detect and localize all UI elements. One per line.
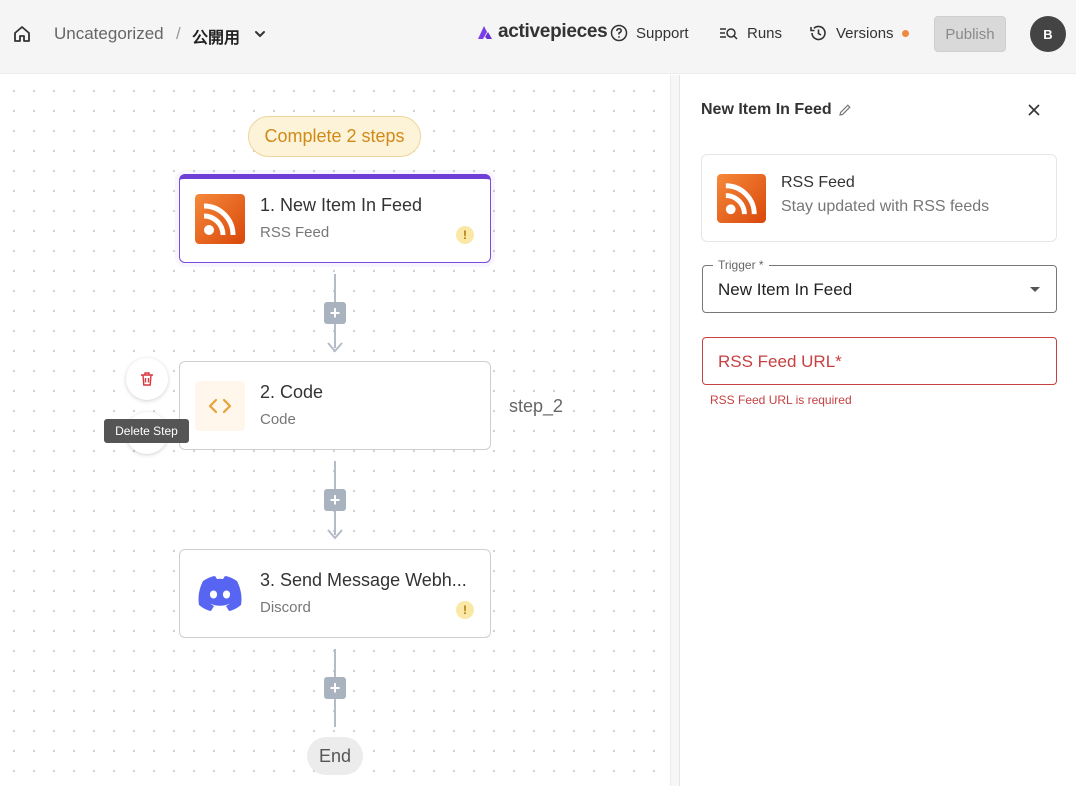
piece-info-card: RSS Feed Stay updated with RSS feeds (701, 154, 1057, 242)
close-icon[interactable] (1026, 102, 1042, 118)
step-title: 2. Code (260, 382, 324, 402)
top-bar: Uncategorized / 公開用 activepieces Support… (0, 0, 1076, 74)
rss-icon (195, 194, 245, 244)
breadcrumb-separator: / (176, 24, 181, 43)
trash-icon (141, 372, 153, 386)
publish-button[interactable]: Publish (934, 16, 1006, 52)
activepieces-logo: activepieces (476, 21, 608, 43)
runs-label: Runs (747, 24, 783, 42)
complete-steps-badge: Complete 2 steps (248, 116, 421, 157)
delete-step-tooltip: Delete Step (104, 419, 189, 443)
history-icon (810, 25, 826, 41)
end-node: End (307, 737, 363, 775)
trigger-value: New Item In Feed (718, 280, 853, 299)
trigger-select[interactable]: Trigger * New Item In Feed (702, 258, 1057, 313)
step-card-discord[interactable]: 3. Send Message Webh... Discord ! (179, 549, 491, 638)
code-icon (195, 381, 245, 431)
add-step-button[interactable]: + (324, 677, 346, 699)
rss-icon (717, 174, 766, 223)
trigger-label: Trigger * (713, 258, 769, 272)
add-step-button[interactable]: + (324, 302, 346, 324)
support-label: Support (636, 24, 689, 42)
piece-description: Stay updated with RSS feeds (781, 198, 990, 215)
arrow-down-icon (327, 529, 343, 540)
step-title: 1. New Item In Feed (260, 195, 423, 215)
panel-title-text: New Item In Feed (701, 101, 832, 118)
versions-button[interactable]: Versions (809, 24, 909, 42)
logo-text: activepieces (498, 21, 608, 42)
support-button[interactable]: Support (610, 24, 689, 42)
logo-mark-icon (478, 26, 492, 39)
rss-feed-url-placeholder: RSS Feed URL* (718, 352, 842, 371)
step-name-label: step_2 (509, 396, 564, 416)
arrow-down-icon (327, 342, 343, 353)
step-title: 3. Send Message Webh... (260, 570, 467, 590)
panel-title[interactable]: New Item In Feed (701, 101, 852, 119)
home-icon[interactable] (12, 24, 32, 44)
unpublished-dot (901, 29, 909, 37)
breadcrumb-folder[interactable]: Uncategorized (54, 24, 164, 44)
help-circle-icon (610, 24, 628, 42)
chevron-down-icon[interactable] (252, 26, 268, 42)
pencil-icon[interactable] (838, 103, 852, 117)
rss-feed-url-input[interactable]: RSS Feed URL* (702, 337, 1057, 385)
step-subtitle: RSS Feed (260, 224, 330, 241)
step-settings-panel: New Item In Feed RSS Feed Stay updated w… (680, 75, 1076, 786)
avatar[interactable]: B (1030, 16, 1066, 52)
step-card-trigger[interactable]: 1. New Item In Feed RSS Feed ! (179, 174, 491, 263)
versions-label: Versions (836, 24, 894, 42)
add-step-button[interactable]: + (324, 489, 346, 511)
discord-icon (198, 576, 242, 611)
runs-search-icon (720, 28, 738, 40)
step-card-code[interactable]: 2. Code Code (179, 361, 491, 450)
caret-down-icon (1030, 287, 1040, 292)
warning-icon: ! (456, 226, 474, 244)
step-subtitle: Code (260, 411, 296, 428)
runs-button[interactable]: Runs (719, 24, 782, 42)
piece-name: RSS Feed (781, 174, 855, 191)
rss-feed-url-error: RSS Feed URL is required (710, 393, 852, 407)
panel-resize-handle[interactable] (670, 75, 680, 786)
step-subtitle: Discord (260, 599, 311, 616)
warning-icon: ! (456, 601, 474, 619)
flow-name[interactable]: 公開用 (192, 24, 240, 48)
delete-step-button[interactable] (126, 358, 168, 400)
